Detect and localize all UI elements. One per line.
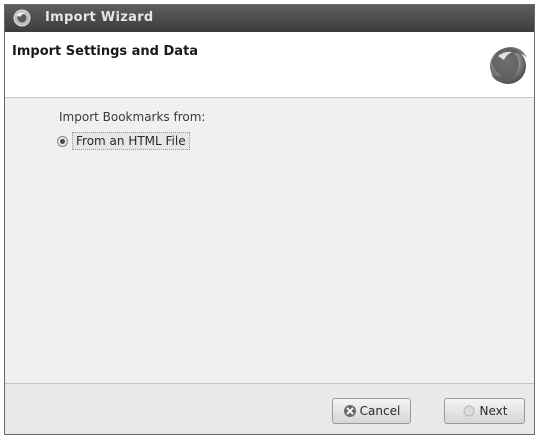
- import-wizard-window: Import Wizard Import Settings and Data I…: [4, 4, 535, 435]
- window-title: Import Wizard: [45, 10, 154, 25]
- cancel-label: Cancel: [359, 404, 401, 418]
- wizard-header: Import Settings and Data: [5, 32, 534, 98]
- radio-selected-icon[interactable]: [57, 135, 68, 147]
- import-bookmarks-label: Import Bookmarks from:: [59, 110, 206, 124]
- next-label: Next: [479, 404, 508, 418]
- next-icon: [463, 405, 475, 417]
- wizard-content: Import Bookmarks from: From an HTML File: [5, 98, 534, 383]
- title-bar[interactable]: Import Wizard: [5, 5, 534, 32]
- html-file-radio-option[interactable]: From an HTML File: [57, 131, 190, 151]
- firefox-logo: [490, 47, 527, 84]
- next-button[interactable]: Next: [444, 398, 525, 424]
- radio-label[interactable]: From an HTML File: [72, 132, 190, 150]
- wizard-footer: Cancel Next: [5, 383, 534, 434]
- firefox-icon: [13, 9, 31, 27]
- cancel-button[interactable]: Cancel: [332, 398, 411, 424]
- cancel-icon: [343, 405, 356, 417]
- page-title: Import Settings and Data: [12, 44, 199, 59]
